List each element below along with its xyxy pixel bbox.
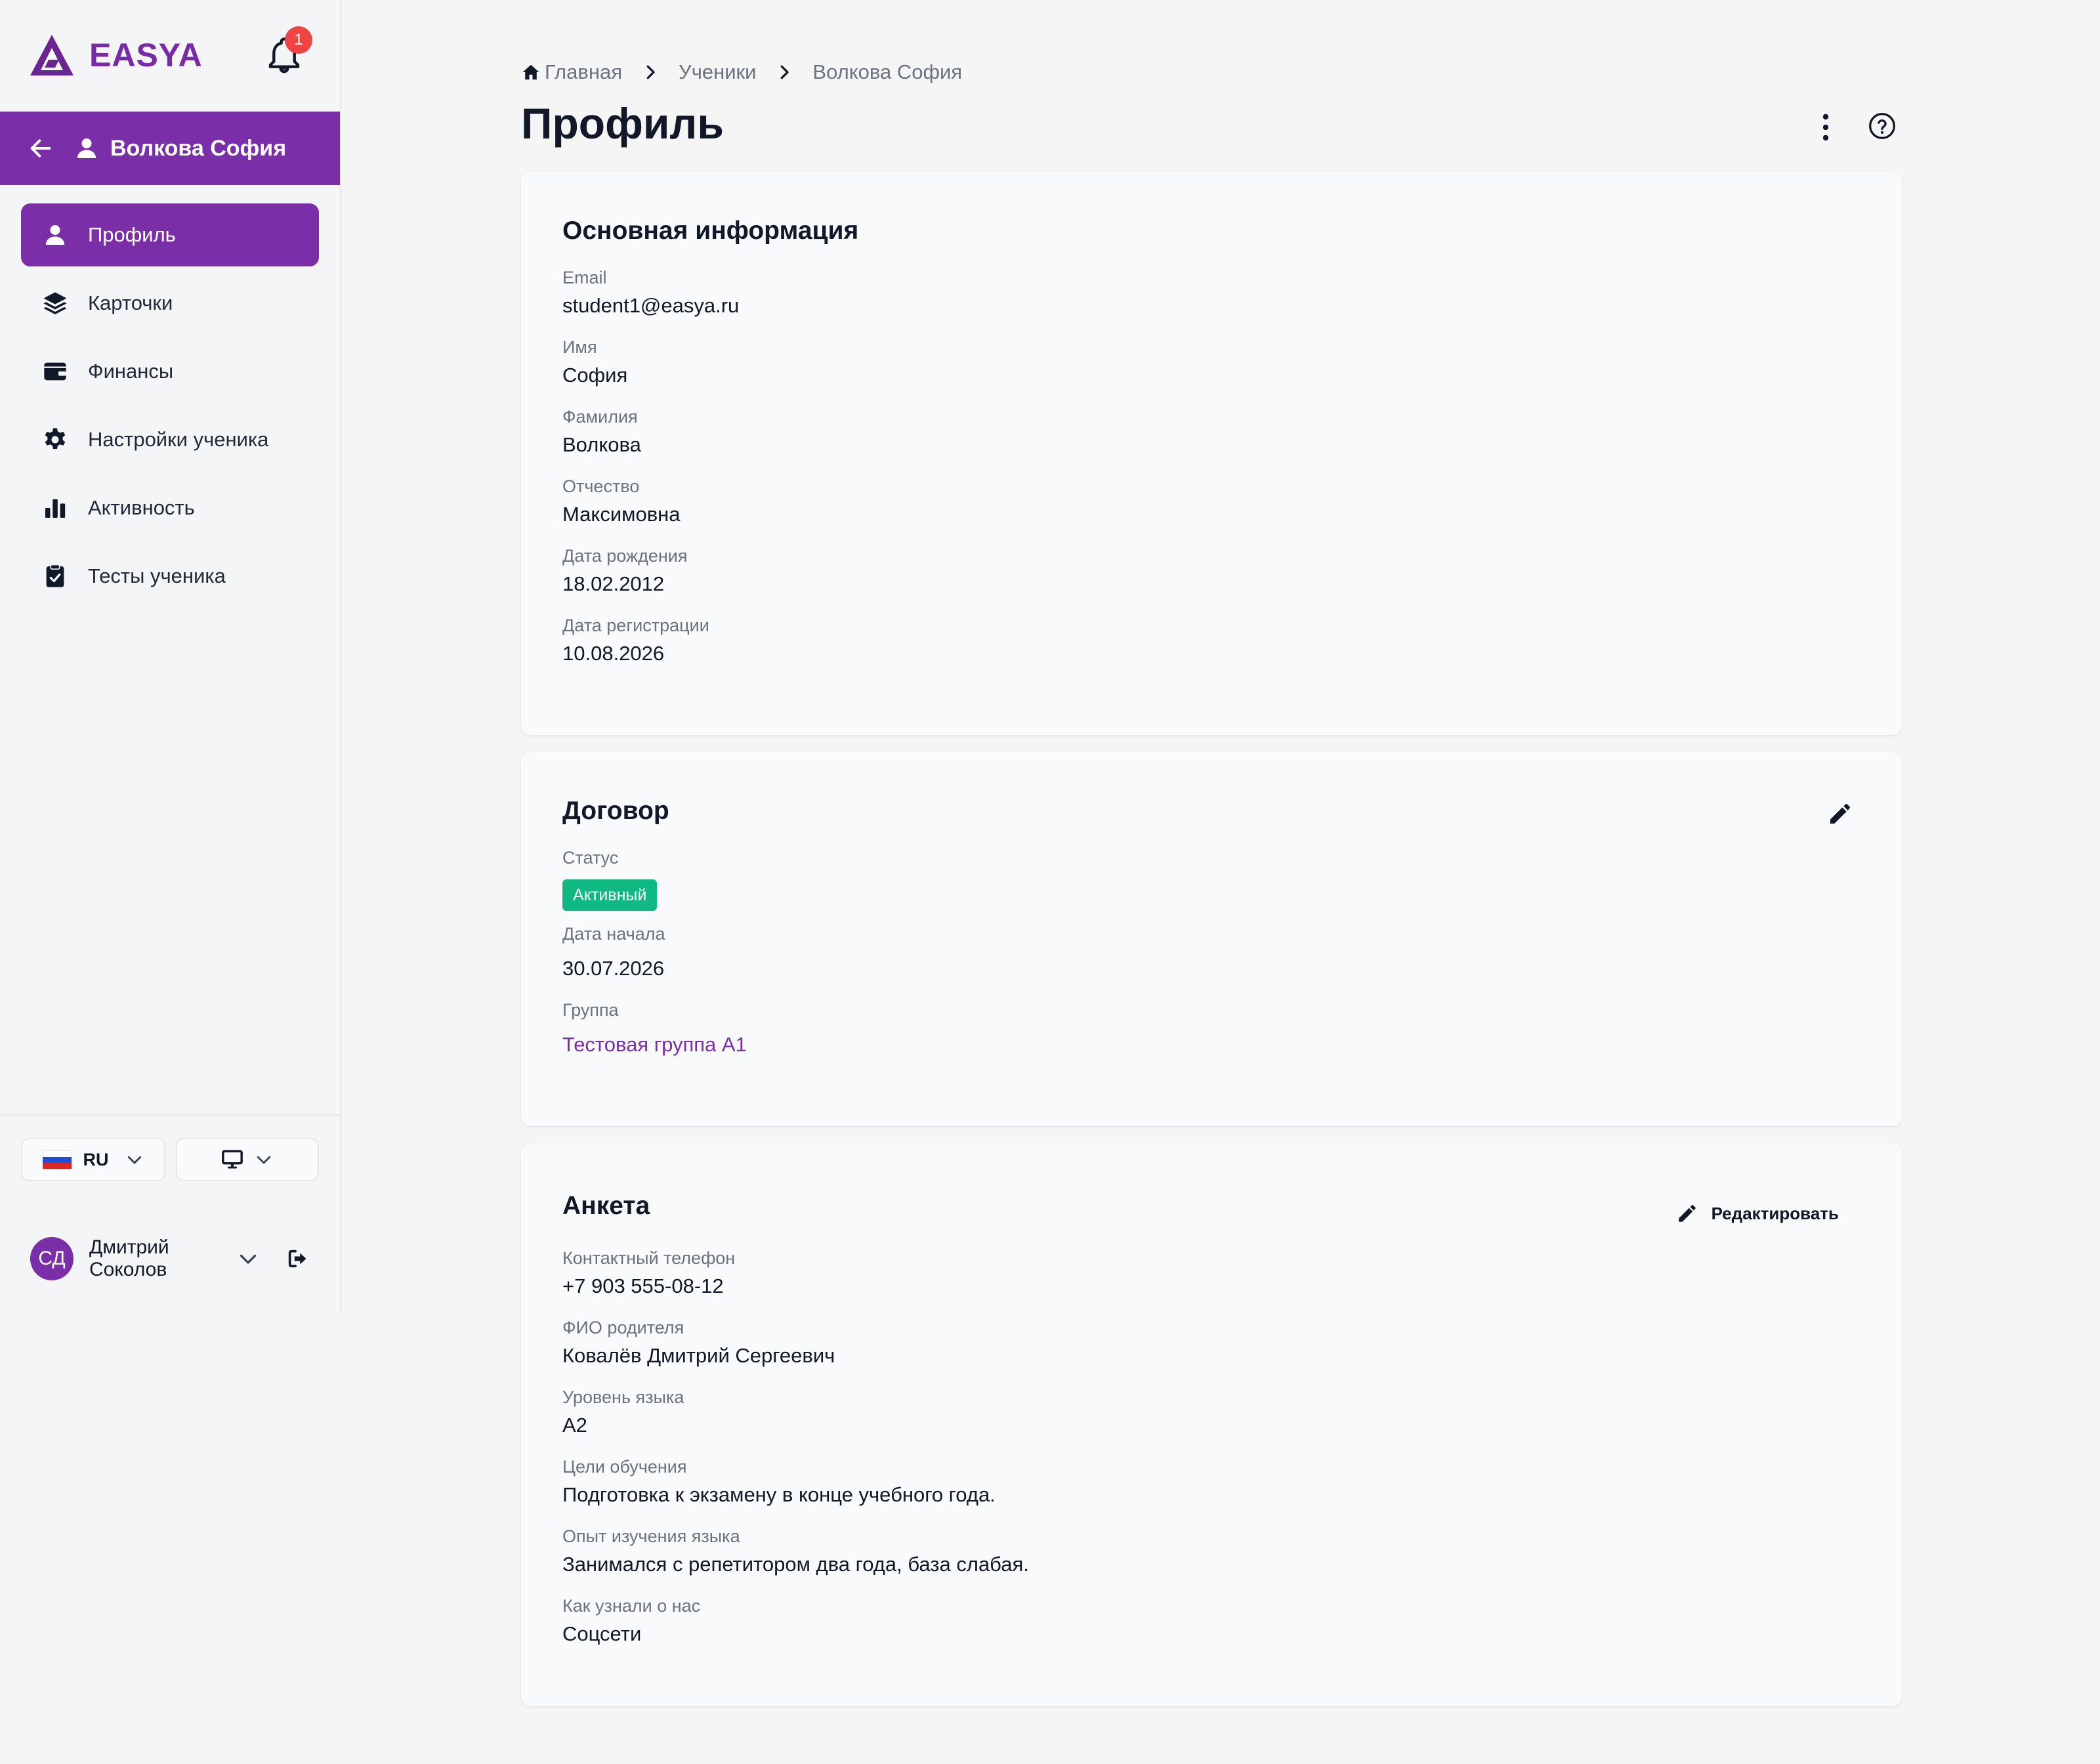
bar-chart-icon xyxy=(45,499,66,518)
field-value: 10.08.2026 xyxy=(562,642,665,665)
card-title: Договор xyxy=(562,797,669,825)
user-icon xyxy=(77,138,96,158)
field-label: Статус xyxy=(562,848,619,868)
logout-icon[interactable] xyxy=(286,1248,308,1270)
breadcrumb-students[interactable]: Ученики xyxy=(679,60,756,84)
sidebar-item-finance[interactable]: Финансы xyxy=(21,340,319,403)
field-label: Опыт изучения языка xyxy=(562,1526,740,1546)
layers-icon xyxy=(43,292,67,314)
breadcrumb: Главная Ученики Волкова София xyxy=(521,58,962,87)
student-header: Волкова София xyxy=(0,112,340,185)
display-mode-select[interactable] xyxy=(176,1138,319,1181)
field-value: Максимовна xyxy=(562,503,681,526)
user-menu[interactable]: СД Дмитрий Соколов xyxy=(30,1235,319,1282)
field-value: Ковалёв Дмитрий Сергеевич xyxy=(562,1344,835,1367)
brand-name: EASYA xyxy=(89,37,203,74)
notification-badge: 1 xyxy=(285,26,312,54)
chevron-right-icon xyxy=(646,65,655,79)
field-value: +7 903 555-08-12 xyxy=(562,1274,724,1297)
sidebar-item-label: Профиль xyxy=(88,223,176,246)
chevron-down-icon xyxy=(257,1156,271,1164)
chevron-right-icon xyxy=(781,65,789,79)
field-value: 30.07.2026 xyxy=(562,957,665,980)
brand-logo[interactable]: EASYA xyxy=(29,32,203,79)
field-label: Имя xyxy=(562,337,597,357)
field-label: Уровень языка xyxy=(562,1387,684,1407)
field-label: Дата рождения xyxy=(562,546,688,566)
arrow-left-icon[interactable] xyxy=(28,135,54,161)
contract-card: Договор Статус Активный Дата начала 30.0… xyxy=(521,752,1902,1126)
sidebar-item-label: Карточки xyxy=(88,291,173,314)
sidebar: EASYA 1 Волкова София Профиль Карточки Ф… xyxy=(0,0,341,1312)
card-title: Основная информация xyxy=(562,217,859,245)
card-title: Анкета xyxy=(562,1192,650,1220)
breadcrumb-home[interactable]: Главная xyxy=(545,60,622,84)
field-label: Дата регистрации xyxy=(562,616,709,635)
field-value: Волкова xyxy=(562,433,641,456)
edit-button-label: Редактировать xyxy=(1711,1203,1839,1223)
status-badge: Активный xyxy=(562,879,658,911)
more-options-icon[interactable] xyxy=(1814,110,1838,144)
page-title: Профиль xyxy=(521,99,724,148)
wallet-icon xyxy=(44,362,66,381)
field-label: Дата начала xyxy=(562,924,665,944)
field-label: Цели обучения xyxy=(562,1457,687,1477)
help-icon[interactable] xyxy=(1868,112,1897,140)
field-value: Занимался с репетитором два года, база с… xyxy=(562,1553,1029,1576)
gear-icon xyxy=(45,428,66,450)
group-link[interactable]: Тестовая группа А1 xyxy=(562,1033,747,1057)
pencil-icon xyxy=(1678,1205,1696,1222)
language-select[interactable]: RU xyxy=(21,1138,165,1181)
field-value: A2 xyxy=(562,1414,587,1437)
avatar: СД xyxy=(30,1237,74,1280)
russia-flag-icon xyxy=(42,1150,72,1169)
user-icon xyxy=(45,225,65,245)
chevron-down-icon[interactable] xyxy=(236,1247,260,1270)
field-label: Фамилия xyxy=(562,407,638,427)
sidebar-item-student-settings[interactable]: Настройки ученика xyxy=(21,408,319,471)
user-name: Дмитрий Соколов xyxy=(89,1236,169,1280)
pencil-icon[interactable] xyxy=(1827,801,1853,827)
home-icon xyxy=(522,64,539,80)
sidebar-nav: Профиль Карточки Финансы Настройки учени… xyxy=(21,203,319,613)
logo-icon xyxy=(30,35,74,75)
field-label: Email xyxy=(562,268,607,287)
questionnaire-card: Анкета Редактировать Контактный телефон … xyxy=(521,1143,1902,1706)
chevron-down-icon xyxy=(127,1156,141,1164)
breadcrumb-current: Волкова София xyxy=(812,60,963,83)
field-label: Группа xyxy=(562,1000,619,1020)
sidebar-divider xyxy=(0,1114,340,1116)
monitor-icon xyxy=(222,1150,243,1169)
field-value: 18.02.2012 xyxy=(562,572,665,595)
notifications-button[interactable]: 1 xyxy=(265,26,312,75)
field-label: ФИО родителя xyxy=(562,1318,684,1337)
sidebar-item-profile[interactable]: Профиль xyxy=(21,203,319,266)
field-value: Соцсети xyxy=(562,1622,642,1645)
sidebar-item-cards[interactable]: Карточки xyxy=(21,272,319,335)
language-code: RU xyxy=(83,1149,109,1169)
basic-info-card: Основная информация Email student1@easya… xyxy=(521,172,1902,735)
field-label: Отчество xyxy=(562,476,640,496)
sidebar-item-label: Активность xyxy=(88,496,195,519)
student-name: Волкова София xyxy=(110,135,287,161)
sidebar-item-student-tests[interactable]: Тесты ученика xyxy=(21,545,319,608)
app: EASYA 1 Волкова София Профиль Карточки Ф… xyxy=(0,0,2100,1764)
clipboard-check-icon xyxy=(46,564,64,587)
sidebar-item-label: Финансы xyxy=(88,360,174,383)
sidebar-item-activity[interactable]: Активность xyxy=(21,476,319,539)
field-value: София xyxy=(562,364,628,387)
sidebar-item-label: Настройки ученика xyxy=(88,428,269,451)
field-value: Подготовка к экзамену в конце учебного г… xyxy=(562,1483,996,1506)
field-value: student1@easya.ru xyxy=(562,294,740,317)
edit-button[interactable]: Редактировать xyxy=(1676,1198,1839,1228)
field-label: Контактный телефон xyxy=(562,1248,736,1268)
field-label: Как узнали о нас xyxy=(562,1596,701,1616)
sidebar-item-label: Тесты ученика xyxy=(88,564,226,587)
